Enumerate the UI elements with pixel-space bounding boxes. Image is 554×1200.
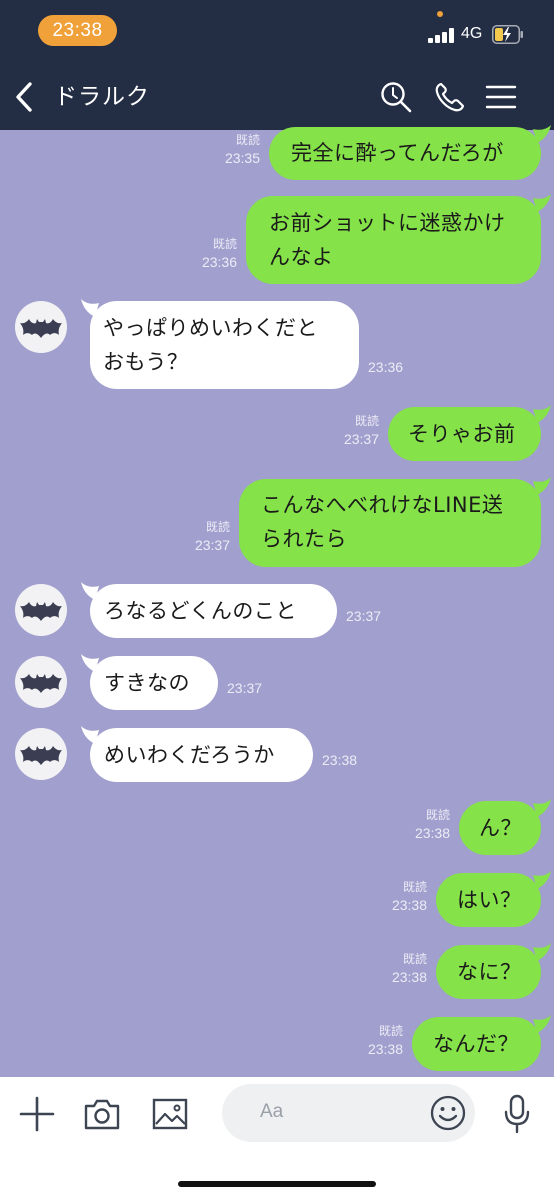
message-time: 23:38 xyxy=(391,897,427,913)
message-bubble[interactable]: ん？ xyxy=(459,801,541,855)
message-time: 23:36 xyxy=(368,359,404,375)
message-bubble[interactable]: すきなの xyxy=(90,656,218,710)
bat-avatar-icon[interactable] xyxy=(15,301,67,353)
message-time: 23:36 xyxy=(201,254,237,270)
message-time: 23:37 xyxy=(343,431,379,447)
privacy-indicator-icon xyxy=(437,11,443,17)
image-icon[interactable] xyxy=(152,1097,188,1131)
bubble-tail xyxy=(81,299,99,317)
message-text: ろなるどくんのこと xyxy=(104,599,297,623)
message-meta: 既読 23:36 xyxy=(202,237,237,272)
back-icon[interactable] xyxy=(11,80,37,114)
message-text: こんなへべれけなLINE送 られたら xyxy=(261,493,504,551)
read-receipt: 既読 xyxy=(212,237,237,251)
header-bar: 23:38 4G ドラルク xyxy=(0,0,554,130)
menu-icon[interactable] xyxy=(485,80,517,114)
message-bubble[interactable]: なんだ？ xyxy=(412,1017,541,1071)
read-receipt: 既読 xyxy=(425,808,450,822)
chat-title: ドラルク xyxy=(54,84,150,110)
mic-icon[interactable] xyxy=(503,1094,531,1134)
message-bubble[interactable]: そりゃお前 xyxy=(388,407,541,461)
bubble-tail xyxy=(533,799,551,817)
message-text: めいわくだろうか xyxy=(104,743,275,767)
message-bubble[interactable]: ろなるどくんのこと xyxy=(90,584,337,638)
message-time: 23:38 xyxy=(367,1041,403,1057)
read-receipt: 既読 xyxy=(235,133,260,147)
bat-avatar-icon[interactable] xyxy=(15,656,67,708)
message-time: 23:37 xyxy=(227,680,263,696)
battery-icon xyxy=(492,25,523,44)
bubble-tail xyxy=(81,726,99,744)
outgoing-message[interactable]: なに？ 既読 23:38 xyxy=(0,943,554,999)
bubble-tail xyxy=(81,654,99,672)
message-time: 23:38 xyxy=(391,969,427,985)
bubble-tail xyxy=(533,1015,551,1033)
message-input-placeholder: Aa xyxy=(260,1101,284,1122)
message-bubble[interactable]: お前ショットに迷惑かけ んなよ xyxy=(246,196,541,284)
message-text: そりゃお前 xyxy=(408,422,516,446)
outgoing-message[interactable]: こんなへべれけなLINE送 られたら 既読 23:37 xyxy=(0,477,554,567)
message-meta: 既読 23:35 xyxy=(225,133,260,168)
bubble-tail xyxy=(533,477,551,495)
phone-icon[interactable] xyxy=(433,80,467,114)
bubble-tail xyxy=(533,943,551,961)
signal-icon xyxy=(428,28,456,43)
message-time: 23:38 xyxy=(322,752,358,768)
message-meta: 既読 23:38 xyxy=(392,880,427,915)
outgoing-message[interactable]: そりゃお前 既読 23:37 xyxy=(0,405,554,461)
search-icon[interactable] xyxy=(379,80,413,114)
message-input[interactable]: Aa xyxy=(222,1084,475,1142)
message-meta: 既読 23:38 xyxy=(368,1024,403,1059)
outgoing-message[interactable]: なんだ？ 既読 23:38 xyxy=(0,1015,554,1071)
incoming-message[interactable]: ろなるどくんのこと 23:37 xyxy=(0,582,554,638)
outgoing-message[interactable]: 完全に酔ってんだろが 既読 23:35 xyxy=(0,125,554,180)
bat-avatar-icon[interactable] xyxy=(15,728,67,780)
message-bubble[interactable]: はい？ xyxy=(436,873,541,927)
outgoing-message[interactable]: ん？ 既読 23:38 xyxy=(0,799,554,855)
message-text: お前ショットに迷惑かけ んなよ xyxy=(269,211,506,269)
outgoing-message[interactable]: お前ショットに迷惑かけ んなよ 既読 23:36 xyxy=(0,194,554,284)
message-meta: 既読 23:38 xyxy=(392,952,427,987)
bat-avatar-icon[interactable] xyxy=(15,584,67,636)
read-receipt: 既読 xyxy=(402,880,427,894)
incoming-message[interactable]: すきなの 23:37 xyxy=(0,654,554,710)
read-receipt: 既読 xyxy=(378,1024,403,1038)
message-text: なに？ xyxy=(457,960,522,984)
network-type: 4G xyxy=(461,25,483,42)
camera-icon[interactable] xyxy=(83,1097,121,1131)
message-text: やっぱりめいわくだと おもう？ xyxy=(103,316,318,374)
home-indicator[interactable] xyxy=(178,1181,376,1187)
message-time: 23:37 xyxy=(194,537,230,553)
message-time: 23:37 xyxy=(346,608,382,624)
message-text: 完全に酔ってんだろが xyxy=(291,141,504,165)
message-meta: 既読 23:37 xyxy=(195,520,230,555)
message-text: はい？ xyxy=(457,888,522,912)
bubble-tail xyxy=(533,194,551,212)
message-time: 23:35 xyxy=(224,150,260,166)
bubble-tail xyxy=(81,582,99,600)
message-bubble[interactable]: めいわくだろうか xyxy=(90,728,313,782)
message-text: なんだ？ xyxy=(433,1032,519,1056)
message-time: 23:38 xyxy=(414,825,450,841)
message-bubble[interactable]: なに？ xyxy=(436,945,541,999)
outgoing-message[interactable]: はい？ 既読 23:38 xyxy=(0,871,554,927)
status-time: 23:38 xyxy=(38,15,117,46)
message-meta: 既読 23:38 xyxy=(415,808,450,843)
plus-icon[interactable] xyxy=(19,1096,55,1132)
read-receipt: 既読 xyxy=(354,414,379,428)
read-receipt: 既読 xyxy=(402,952,427,966)
message-bubble[interactable]: やっぱりめいわくだと おもう？ xyxy=(90,301,359,389)
message-text: ん？ xyxy=(479,816,522,840)
emoji-icon[interactable] xyxy=(430,1095,466,1131)
bubble-tail xyxy=(533,871,551,889)
message-text: すきなの xyxy=(104,671,190,695)
incoming-message[interactable]: やっぱりめいわくだと おもう？ 23:36 xyxy=(0,299,554,389)
incoming-message[interactable]: めいわくだろうか 23:38 xyxy=(0,726,554,782)
read-receipt: 既読 xyxy=(205,520,230,534)
message-bubble[interactable]: 完全に酔ってんだろが xyxy=(269,127,541,180)
bubble-tail xyxy=(533,125,551,143)
message-meta: 既読 23:37 xyxy=(344,414,379,449)
bubble-tail xyxy=(533,405,551,423)
message-bubble[interactable]: こんなへべれけなLINE送 られたら xyxy=(239,479,541,567)
